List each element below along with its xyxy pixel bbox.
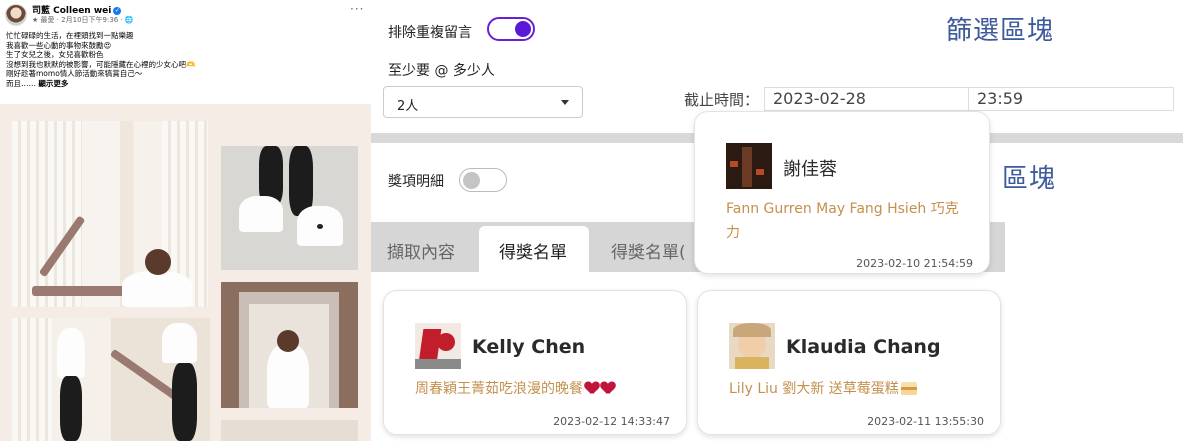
author-avatar[interactable]	[5, 4, 27, 26]
photo-4[interactable]	[221, 282, 358, 408]
verified-icon: ✓	[113, 7, 122, 15]
post-line: 生了女兒之後，女兒喜歡粉色	[6, 50, 104, 60]
min-mentions-value: 2人	[397, 99, 419, 114]
winner-card[interactable]: Klaudia Chang Lily Liu 劉大新 送草莓蛋糕 2023-02…	[697, 290, 1001, 435]
winner-name: Kelly Chen	[472, 336, 586, 358]
photo-2[interactable]	[12, 318, 210, 441]
winner-message: 周春穎王菁茹吃浪漫的晚餐	[415, 377, 615, 401]
winner-name: 謝佳蓉	[783, 159, 837, 180]
prize-detail-label: 獎項明細	[388, 174, 444, 190]
winner-avatar	[729, 323, 775, 369]
winner-card[interactable]: Kelly Chen 周春穎王菁茹吃浪漫的晚餐 2023-02-12 14:33…	[383, 290, 687, 435]
winner-time: 2023-02-10 21:54:59	[856, 257, 973, 270]
photo-5[interactable]	[221, 420, 358, 441]
post-line: 沒想到我也默默的被影響，可能隱藏在心裡的少女心吧🫶	[6, 59, 196, 69]
tab-capture-content[interactable]: 擷取內容	[387, 238, 455, 263]
post-line: 忙忙碌碌的生活，在裡頭找到一點樂趣	[6, 31, 134, 40]
exclude-duplicates-toggle[interactable]	[487, 17, 535, 41]
more-options-button[interactable]: ···	[350, 2, 364, 16]
winner-avatar	[415, 323, 461, 369]
winner-card-floating[interactable]: 謝佳蓉 Fann Gurren May Fang Hsieh 巧克力 2023-…	[694, 111, 990, 274]
winner-name: Klaudia Chang	[786, 336, 941, 358]
heart-icon	[585, 382, 599, 394]
post-line-last: 而且…… 顯示更多	[6, 78, 69, 88]
cake-icon	[900, 382, 917, 395]
see-more-link[interactable]: 顯示更多	[38, 79, 68, 88]
toggle-knob	[515, 21, 531, 37]
winner-message: Lily Liu 劉大新 送草莓蛋糕	[729, 377, 917, 401]
tab-winners[interactable]: 得獎名單	[479, 226, 589, 274]
min-mentions-label: 至少要 @ 多少人	[388, 63, 495, 79]
prize-block-title: 區塊	[1002, 164, 1057, 194]
post-text: 忙忙碌碌的生活，在裡頭找到一點樂趣 我喜歡一些心動的事物來鼓勵😍 生了女兒之後，…	[6, 31, 306, 89]
deadline-date-input[interactable]: 2023-02-28	[764, 87, 969, 111]
winner-message: Fann Gurren May Fang Hsieh 巧克力	[726, 201, 959, 241]
min-mentions-select[interactable]: 2人	[383, 86, 583, 118]
exclude-duplicates-label: 排除重複留言	[388, 25, 472, 41]
facebook-post: 司藍 Colleen wei ✓ ★ 最愛 · 2月10日下午9:36 · 🌐 ·…	[0, 0, 371, 441]
deadline-label: 截止時間：	[684, 91, 760, 109]
post-line: 剛好趁著momo情人節活動來犒賞自己～	[6, 69, 143, 79]
filter-block-title: 篩選區塊	[946, 16, 1055, 46]
photo-3[interactable]	[221, 146, 358, 270]
toggle-knob	[463, 172, 480, 189]
chevron-down-icon	[561, 100, 569, 105]
photo-1[interactable]	[12, 121, 208, 307]
photo-grid[interactable]	[0, 104, 371, 441]
winner-avatar	[726, 143, 772, 189]
post-line: 我喜歡一些心動的事物來鼓勵😍	[6, 40, 112, 50]
winner-time: 2023-02-12 14:33:47	[553, 415, 670, 428]
post-meta: ★ 最愛 · 2月10日下午9:36 · 🌐	[32, 16, 134, 24]
heart-icon	[601, 382, 615, 394]
prize-detail-toggle[interactable]	[459, 168, 507, 192]
tab-winners-alt[interactable]: 得獎名單(	[611, 238, 686, 263]
winner-time: 2023-02-11 13:55:30	[867, 415, 984, 428]
deadline-time-input[interactable]: 23:59	[968, 87, 1174, 111]
